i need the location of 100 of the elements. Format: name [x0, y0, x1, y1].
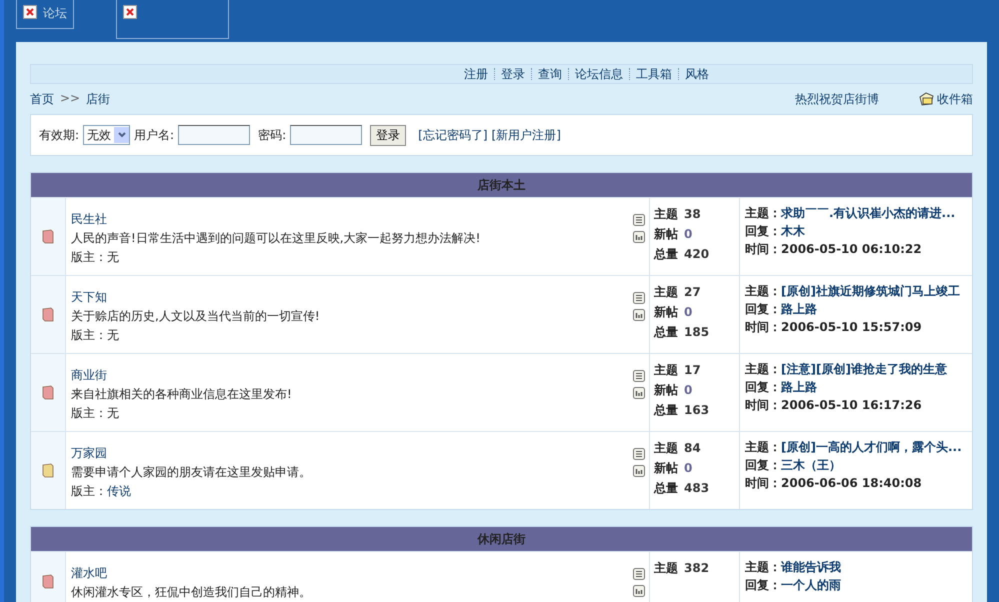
- reply-label: 回复：: [745, 302, 781, 316]
- stat-value: 17: [684, 363, 701, 377]
- breadcrumb-link[interactable]: 店街: [86, 90, 110, 108]
- topic-link[interactable]: [原创]社旗近期修筑城门马上竣工: [781, 284, 960, 298]
- stat-value: 0: [684, 227, 692, 241]
- stat-label: 新帖: [654, 305, 678, 319]
- stat-value: 84: [684, 441, 701, 455]
- stat-value: 0: [684, 305, 692, 319]
- stat-value: 0: [684, 383, 692, 397]
- marquee-text: 热烈祝贺店街博: [795, 90, 879, 108]
- nav-link[interactable]: 工具箱: [629, 68, 678, 80]
- forgot-password-link[interactable]: [忘记密码了]: [418, 126, 488, 144]
- moderator-label: 版主：: [71, 484, 107, 498]
- last-topic: 主题：求助￣￣.有认识崔小杰的请进...: [745, 205, 956, 222]
- nav-link[interactable]: 登录: [494, 68, 531, 80]
- moderator-label: 版主：: [71, 328, 107, 342]
- forum-name-link[interactable]: 商业街: [71, 368, 107, 382]
- forum-description: 人民的声音!日常生活中遇到的问题可以在这里反映,大家一起努力想办法解决!: [71, 230, 480, 247]
- browser-tab[interactable]: 论坛: [16, 0, 74, 29]
- stat-label: 主题: [654, 561, 678, 575]
- topic-link[interactable]: 谁能告诉我: [781, 560, 841, 574]
- section-header: 店街本土: [31, 173, 972, 197]
- stat-label: 新帖: [654, 227, 678, 241]
- field-label: 有效期:: [39, 126, 80, 144]
- reply-label: 回复：: [745, 458, 781, 472]
- forum-description: 需要申请个人家园的朋友请在这里发贴申请。: [71, 464, 311, 481]
- moderator-link[interactable]: 传说: [107, 484, 131, 498]
- list-icon[interactable]: [633, 214, 645, 226]
- topic-link[interactable]: [原创]一高的人才们啊，露个头...: [781, 440, 962, 454]
- envelope-icon: [919, 92, 935, 106]
- stat-value: 27: [684, 285, 701, 299]
- chart-icon[interactable]: [633, 231, 645, 243]
- list-icon[interactable]: [633, 370, 645, 382]
- last-topic: 主题：[注意][原创]谁抢走了我的生意: [745, 361, 948, 378]
- last-post-time: 时间：2006-06-06 18:40:08: [745, 475, 923, 492]
- stat-value: 38: [684, 207, 701, 221]
- list-icon[interactable]: [633, 292, 645, 304]
- reply-label: 回复：: [745, 380, 781, 394]
- forum-name-link[interactable]: 天下知: [71, 290, 107, 304]
- login-button[interactable]: 登录: [370, 124, 406, 146]
- stat-label: 新帖: [654, 383, 678, 397]
- topic-link[interactable]: [注意][原创]谁抢走了我的生意: [781, 362, 947, 376]
- reply-label: 回复：: [745, 578, 781, 592]
- browser-tab[interactable]: [116, 0, 229, 39]
- reply-user-link[interactable]: 路上路: [781, 302, 817, 316]
- field-label: 用户名:: [134, 126, 174, 144]
- moderator-name: 无: [107, 250, 119, 264]
- username-field[interactable]: [178, 125, 250, 145]
- topic-link[interactable]: 求助￣￣.有认识崔小杰的请进...: [781, 206, 956, 220]
- list-icon[interactable]: [633, 448, 645, 460]
- nav-link[interactable]: 注册: [458, 68, 494, 80]
- nav-link[interactable]: 论坛信息: [568, 68, 629, 80]
- moderator-name: 无: [107, 328, 119, 342]
- forum-name-link[interactable]: 灌水吧: [71, 566, 107, 580]
- moderator-label: 版主：: [71, 406, 107, 420]
- chart-icon[interactable]: [633, 585, 645, 597]
- expiry-dropdown[interactable]: 无效: [83, 125, 130, 145]
- password-field[interactable]: [290, 125, 362, 145]
- stat-label: 主题: [654, 441, 678, 455]
- nav-link[interactable]: 查询: [531, 68, 568, 80]
- stat-value: 483: [684, 481, 710, 495]
- forum-name-link[interactable]: 万家园: [71, 446, 107, 460]
- last-post-time: 时间：2006-05-10 16:17:26: [745, 397, 923, 414]
- section-header: 休闲店街: [31, 527, 972, 551]
- last-topic: 主题：[原创]一高的人才们啊，露个头...: [745, 439, 963, 456]
- reply-user-link[interactable]: 一个人的雨: [781, 578, 841, 592]
- list-icon[interactable]: [633, 568, 645, 580]
- reply-user-link[interactable]: 木木: [781, 224, 805, 238]
- stat-label: 主题: [654, 207, 678, 221]
- forum-name-link[interactable]: 民生社: [71, 212, 107, 226]
- forum-description: 关于赊店的历史,人文以及当代当前的一切宣传!: [71, 308, 320, 325]
- stat-value: 382: [684, 561, 710, 575]
- forum-description: 来自社旗相关的各种商业信息在这里发布!: [71, 386, 292, 403]
- stat-label: 总量: [654, 403, 678, 417]
- broken-image-icon: [123, 5, 137, 19]
- stat-label: 总量: [654, 325, 678, 339]
- register-link[interactable]: [新用户注册]: [492, 126, 561, 144]
- stat-value: 420: [684, 247, 710, 261]
- last-topic: 主题：谁能告诉我: [745, 559, 842, 576]
- inbox-link[interactable]: 收件箱: [919, 90, 973, 108]
- moderator-label: 版主：: [71, 250, 107, 264]
- nav-link[interactable]: 风格: [678, 68, 715, 80]
- stat-label: 新帖: [654, 461, 678, 475]
- breadcrumb-link[interactable]: 首页: [30, 90, 54, 108]
- chart-icon[interactable]: [633, 465, 645, 477]
- chart-icon[interactable]: [633, 387, 645, 399]
- stat-value: 0: [684, 461, 692, 475]
- moderator-name: 无: [107, 406, 119, 420]
- last-topic: 主题：[原创]社旗近期修筑城门马上竣工: [745, 283, 961, 300]
- stat-label: 主题: [654, 363, 678, 377]
- breadcrumb-separator: >>: [60, 90, 80, 106]
- reply-user-link[interactable]: 路上路: [781, 380, 817, 394]
- last-post-time: 时间：2006-05-10 06:10:22: [745, 241, 923, 258]
- stat-value: 185: [684, 325, 710, 339]
- stat-value: 163: [684, 403, 710, 417]
- stat-label: 总量: [654, 481, 678, 495]
- stat-label: 总量: [654, 247, 678, 261]
- chart-icon[interactable]: [633, 309, 645, 321]
- forum-description: 休闲灌水专区，狂侃中创造我们自己的精神。: [71, 584, 311, 601]
- reply-user-link[interactable]: 三木（王）: [781, 458, 841, 472]
